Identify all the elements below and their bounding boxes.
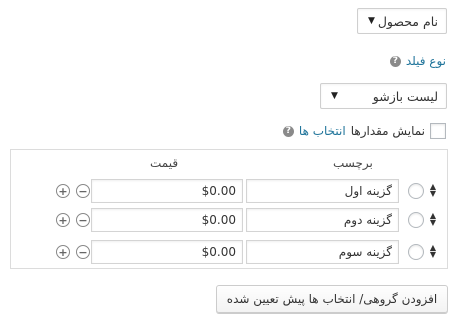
choice-row: ▲ ▼ گزینه دوم $0.00 − + xyxy=(0,208,460,232)
help-icon[interactable]: ? xyxy=(282,125,294,137)
choice-row: ▲ ▼ گزینه اول $0.00 − + xyxy=(0,179,460,203)
sort-arrows-icon[interactable]: ▲ ▼ xyxy=(428,212,438,227)
field-type-link[interactable]: نوع فیلد xyxy=(406,54,446,68)
label-column-header: برچسب xyxy=(333,156,373,170)
field-type-select-value: لیست بازشو xyxy=(372,88,438,104)
choice-row: ▲ ▼ گزینه سوم $0.00 − + xyxy=(0,240,460,264)
plus-icon[interactable]: + xyxy=(56,213,70,227)
show-values-row: نمایش مقدارها انتخاب ها ? xyxy=(282,123,446,139)
default-choice-radio[interactable] xyxy=(408,244,424,260)
field-select-value: نام محصول xyxy=(377,13,438,29)
field-type-select[interactable]: لیست بازشو ▼ xyxy=(320,83,447,109)
sort-arrows-icon[interactable]: ▲ ▼ xyxy=(428,244,438,259)
chevron-down-icon: ▼ xyxy=(368,16,375,26)
plus-icon[interactable]: + xyxy=(56,245,70,259)
choice-label-input[interactable]: گزینه دوم xyxy=(246,208,399,232)
choice-price-input[interactable]: $0.00 xyxy=(91,179,243,203)
field-select[interactable]: نام محصول ▼ xyxy=(357,8,447,34)
help-icon[interactable]: ? xyxy=(389,55,401,67)
sort-arrows-icon[interactable]: ▲ ▼ xyxy=(428,183,438,198)
show-values-label: نمایش مقدارها xyxy=(350,124,425,138)
show-values-link[interactable]: انتخاب ها xyxy=(299,124,346,138)
show-values-checkbox[interactable] xyxy=(430,123,446,139)
chevron-down-icon: ▼ xyxy=(331,91,338,101)
default-choice-radio[interactable] xyxy=(408,212,424,228)
default-choice-radio[interactable] xyxy=(408,183,424,199)
choice-label-input[interactable]: گزینه اول xyxy=(246,179,399,203)
choice-price-input[interactable]: $0.00 xyxy=(91,208,243,232)
plus-icon[interactable]: + xyxy=(56,184,70,198)
minus-icon[interactable]: − xyxy=(76,245,90,259)
choice-price-input[interactable]: $0.00 xyxy=(91,240,243,264)
minus-icon[interactable]: − xyxy=(76,213,90,227)
field-type-row: نوع فیلد ? xyxy=(389,54,446,68)
bulk-add-button[interactable]: افزودن گروهی/ انتخاب ها پیش تعیین شده xyxy=(216,285,448,313)
minus-icon[interactable]: − xyxy=(76,184,90,198)
price-column-header: قیمت xyxy=(150,156,179,170)
choice-label-input[interactable]: گزینه سوم xyxy=(246,240,399,264)
